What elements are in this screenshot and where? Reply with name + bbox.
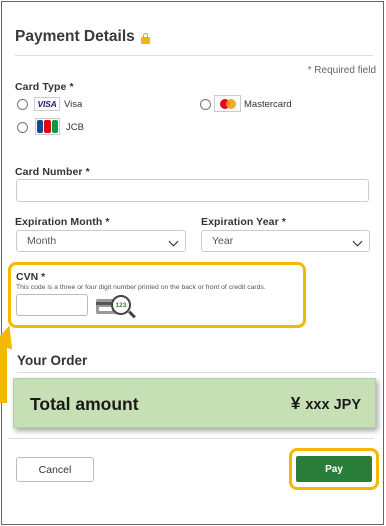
page-title: Payment Details	[15, 28, 135, 45]
radio-mastercard[interactable]	[200, 99, 211, 110]
exp-year-label: Expiration Year *	[201, 216, 286, 228]
visa-logo-icon: VISA	[34, 97, 60, 111]
radio-visa-label: Visa	[64, 99, 83, 110]
card-type-label: Card Type *	[15, 81, 74, 93]
jcb-logo-icon	[35, 118, 60, 135]
arrow-icon	[0, 343, 7, 403]
cancel-button[interactable]: Cancel	[16, 457, 94, 482]
lock-icon	[140, 32, 150, 44]
exp-year-select[interactable]: Year	[201, 230, 370, 252]
divider	[17, 372, 375, 373]
exp-year-value: Year	[212, 235, 234, 247]
total-label: Total amount	[30, 394, 139, 414]
total-amount: xxx JPY	[305, 397, 361, 413]
radio-jcb-label: JCB	[66, 122, 84, 133]
divider	[15, 55, 373, 56]
radio-visa[interactable]	[17, 99, 28, 110]
total-value: ¥ xxx JPY	[291, 393, 361, 414]
chevron-down-icon	[168, 236, 179, 247]
required-note: * Required field	[307, 65, 376, 76]
card-number-input[interactable]	[16, 179, 369, 202]
divider	[8, 438, 374, 439]
currency-symbol: ¥	[290, 393, 301, 413]
card-number-label: Card Number *	[15, 166, 90, 178]
cvn-label: CVN *	[16, 271, 46, 283]
total-amount-panel: Total amount ¥ xxx JPY	[13, 378, 376, 428]
pay-button[interactable]: Pay	[296, 456, 372, 482]
mastercard-logo-icon	[214, 95, 241, 112]
cvn-help-text: This code is a three or four digit numbe…	[16, 284, 266, 291]
exp-month-label: Expiration Month *	[15, 216, 110, 228]
exp-month-select[interactable]: Month	[16, 230, 186, 252]
chevron-down-icon	[352, 236, 363, 247]
payment-header: Payment Details	[15, 28, 150, 46]
exp-month-value: Month	[27, 235, 57, 247]
order-title: Your Order	[17, 353, 88, 368]
cvn-input[interactable]	[16, 294, 88, 316]
radio-jcb[interactable]	[17, 122, 28, 133]
radio-mastercard-label: Mastercard	[244, 99, 292, 110]
